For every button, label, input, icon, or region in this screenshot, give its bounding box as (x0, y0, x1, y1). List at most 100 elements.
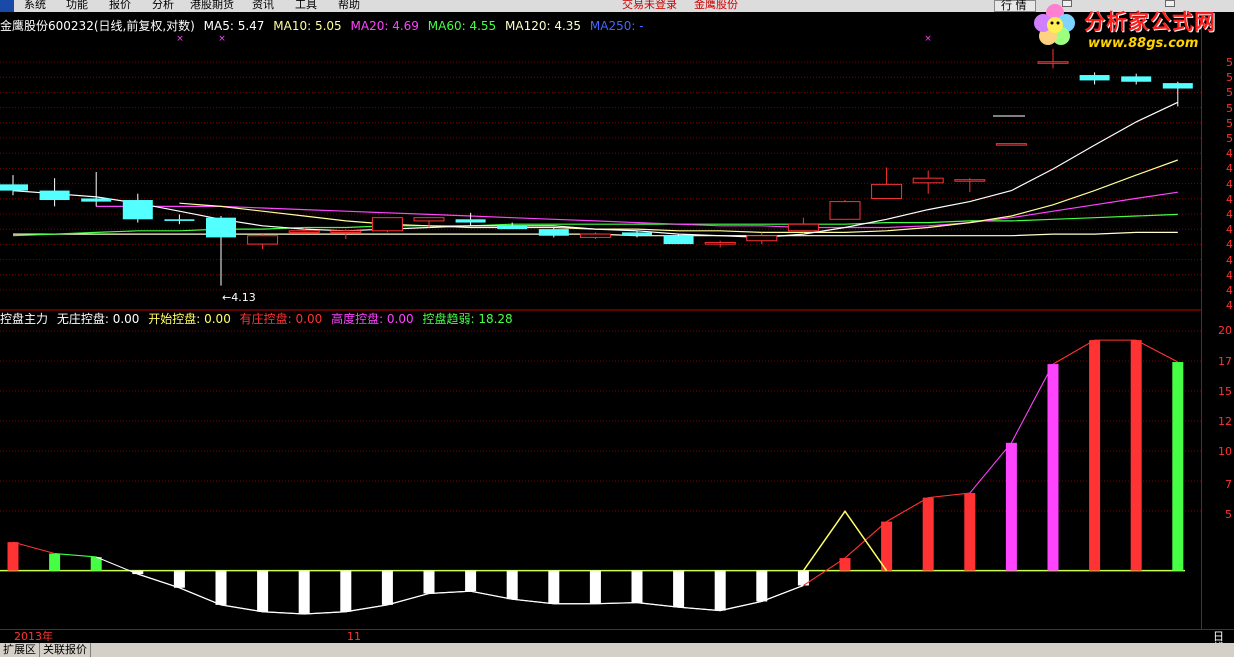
candle-body-up (704, 241, 736, 245)
indicator-bar (1047, 364, 1059, 571)
candle-body-down (39, 190, 70, 201)
flower-logo-icon (1034, 4, 1075, 45)
indicator-bar (423, 570, 435, 594)
price-chart: × × × (0, 34, 1193, 286)
indicator-connector-line (886, 497, 929, 523)
indicator-tick-label: 12 (1218, 415, 1232, 428)
ma10-line (179, 159, 1179, 233)
grid-lines (0, 61, 1201, 512)
candle-body-down (81, 198, 112, 202)
candle-body-up (829, 201, 861, 220)
indicator-connector-line (1010, 363, 1054, 444)
chart-canvas[interactable]: × × × (0, 0, 1201, 630)
indicator-connector-line (54, 552, 97, 558)
tab-extension[interactable]: 扩展区 (0, 643, 40, 657)
indicator-bar (173, 570, 185, 588)
indicator-chart (0, 339, 1185, 615)
candle-body-up (247, 235, 279, 245)
site-logo: 分析家公式网 www.88gs.com (1030, 0, 1230, 58)
candle-body-down (206, 217, 236, 238)
event-marker-icon: × (924, 34, 932, 44)
candle-body-up (1037, 61, 1069, 64)
indicator-bar (215, 570, 227, 605)
indicator-tick-label: 15 (1218, 385, 1232, 398)
indicator-bar (756, 570, 768, 602)
candle-body-up (413, 217, 445, 222)
indicator-tick-label: 17 (1218, 355, 1232, 368)
price-tick-label: 5 (1226, 116, 1233, 130)
candle-body-down (622, 232, 652, 236)
indicator-bar (257, 570, 269, 612)
price-tick-label: 4 (1226, 223, 1233, 237)
event-marker-icon: × (176, 34, 184, 44)
indicator-bar (631, 570, 643, 603)
candle-body-down (455, 219, 486, 223)
price-tick-label: 5 (1226, 71, 1233, 85)
ma20-line (96, 191, 1178, 229)
price-tick-label: 4 (1226, 253, 1233, 267)
indicator-bar (340, 570, 352, 612)
candle-body-down (497, 225, 528, 230)
indicator-bar (922, 497, 934, 571)
candle-body-down (1079, 75, 1110, 81)
candle-body-up (954, 179, 986, 182)
price-tick-label: 4 (1226, 268, 1233, 282)
candle-body-down (538, 229, 569, 236)
indicator-tick-label: 5 (1225, 508, 1232, 521)
candle-body-up (746, 235, 778, 242)
indicator-connector-line (95, 556, 139, 575)
indicator-bar (548, 570, 560, 604)
candle-body-up (995, 143, 1027, 146)
logo-title: 分析家公式网 (1084, 10, 1216, 34)
indicator-connector-line (969, 442, 1012, 494)
candle-body-up (288, 230, 320, 233)
price-tick-label: 5 (1226, 56, 1233, 69)
candle-body-down (1162, 83, 1193, 89)
candle-body-down (663, 235, 694, 245)
tab-related-quote[interactable]: 关联报价 (40, 643, 91, 657)
low-price-value: 4.13 (231, 291, 256, 304)
indicator-bar (714, 570, 726, 611)
low-price-annotation: ←4.13 (222, 291, 256, 304)
indicator-connector-line (12, 541, 55, 555)
candle-body-up (871, 183, 903, 199)
indicator-bar (1005, 442, 1017, 571)
candle-body-down (1121, 76, 1152, 82)
candle-body-up (912, 177, 944, 184)
price-tick-label: 5 (1226, 132, 1233, 145)
price-tick-label: 4 (1226, 162, 1233, 176)
indicator-tick-label: 7 (1225, 478, 1232, 491)
price-tick-label: 4 (1226, 208, 1233, 221)
event-marker-icon: × (218, 34, 226, 44)
indicator-bar (506, 570, 518, 600)
candle-body-up (579, 233, 611, 238)
indicator-tick-label: 10 (1218, 445, 1232, 458)
indicator-bar (589, 570, 601, 604)
candle-body-up (330, 230, 362, 233)
indicator-bar (381, 570, 393, 605)
logo-url: www.88gs.com (1088, 36, 1199, 51)
candle-body-down (122, 200, 153, 220)
price-tick-label: 5 (1226, 101, 1233, 115)
indicator-tick-label: 20 (1218, 324, 1232, 337)
price-tick-label: 4 (1226, 299, 1233, 313)
date-axis: 2013年 11 日线 (0, 629, 1234, 653)
indicator-bar (964, 493, 976, 571)
date-label-month: 11 (347, 630, 361, 643)
price-tick-label: 4 (1226, 284, 1233, 297)
candle-body-down (0, 184, 28, 191)
price-tick-label: 4 (1226, 147, 1233, 161)
indicator-bar (298, 570, 310, 615)
price-tick-label: 4 (1226, 177, 1233, 191)
indicator-bar (7, 542, 19, 571)
candle-body-up (787, 223, 819, 232)
bottom-tab-bar: 扩展区 关联报价 (0, 643, 1234, 657)
date-label-year: 2013年 (14, 630, 53, 643)
price-tick-label: 4 (1226, 238, 1233, 252)
indicator-connector-line (1135, 339, 1179, 363)
indicator-bar (1130, 340, 1142, 571)
price-tick-label: 4 (1226, 192, 1233, 206)
candle-body-up (371, 217, 403, 232)
indicator-connector-line (1052, 339, 1095, 365)
indicator-bar (1172, 362, 1184, 571)
